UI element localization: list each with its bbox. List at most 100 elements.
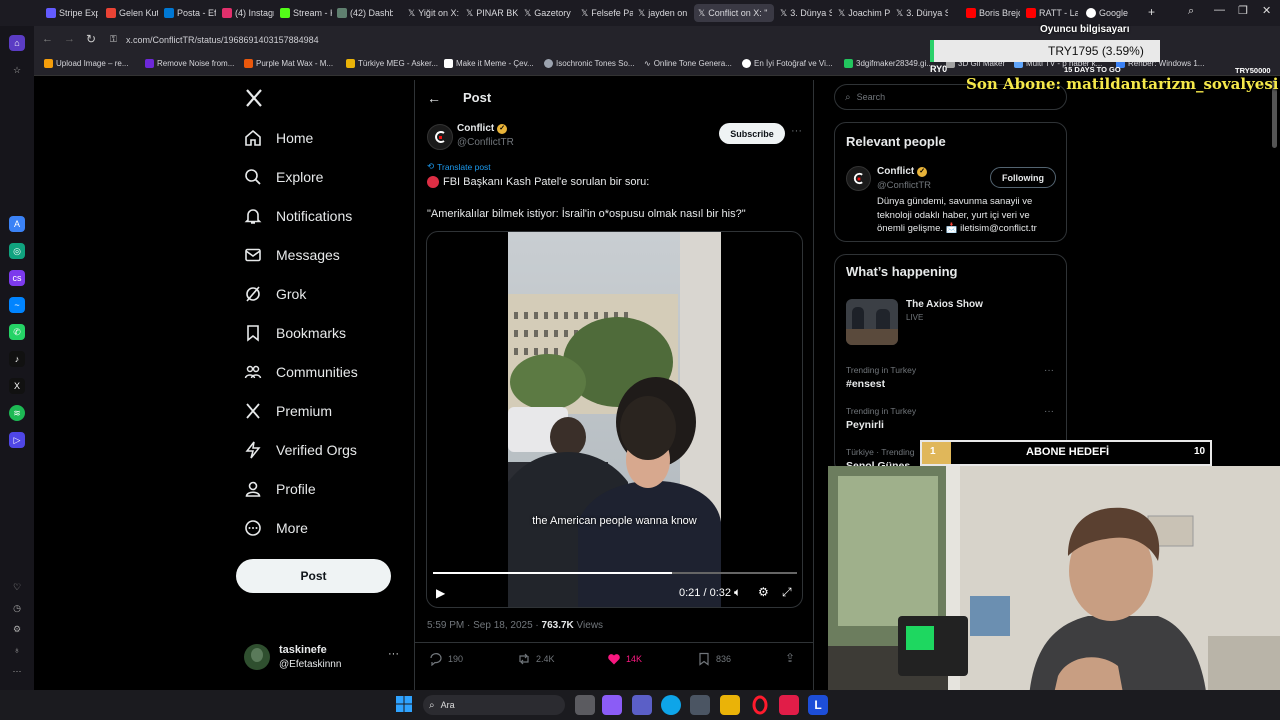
heart-icon[interactable]: ♡ — [9, 579, 25, 595]
x-logo-icon[interactable] — [244, 88, 264, 113]
file-explorer-icon[interactable] — [720, 695, 740, 715]
more-icon[interactable]: ··· — [1044, 406, 1054, 417]
more-icon[interactable]: ··· — [1044, 365, 1054, 376]
back-arrow-icon[interactable]: ← — [427, 90, 441, 106]
launcher-icon[interactable]: L — [808, 695, 828, 715]
tab-active[interactable]: 𝕏 Conflict on X: " — [694, 4, 774, 22]
more-icon[interactable]: ··· — [9, 663, 25, 679]
search-tabs-icon[interactable]: ⌕ — [1188, 5, 1194, 18]
tab[interactable]: Gelen Kutu — [106, 4, 158, 22]
winrar-icon[interactable] — [779, 695, 799, 715]
post-button[interactable]: Post — [236, 559, 391, 593]
star-icon[interactable]: ☆ — [9, 62, 25, 78]
play-icon[interactable]: ▶ — [436, 586, 445, 600]
bookmark[interactable]: ∿ Online Tone Genera... — [644, 59, 732, 68]
tab[interactable]: 𝕏 Felsefe Pa — [581, 4, 633, 22]
tab[interactable]: Boris Brejc — [966, 4, 1020, 22]
tiktok-icon[interactable]: ♪ — [9, 351, 25, 367]
bookmark[interactable]: Isochronic Tones So... — [544, 59, 635, 68]
share-icon[interactable]: ⇪ — [785, 651, 795, 665]
workspace-icon[interactable]: ⌂ — [9, 35, 25, 51]
whatsapp-icon[interactable]: ✆ — [9, 324, 25, 340]
history-icon[interactable]: ◷ — [9, 600, 25, 616]
show-thumbnail[interactable] — [846, 299, 898, 345]
nav-messages[interactable]: Messages — [244, 240, 340, 270]
edge-icon[interactable] — [661, 695, 681, 715]
tab[interactable]: 𝕏 Joachim P — [838, 4, 890, 22]
volume-icon[interactable]: 🔈︎ — [734, 585, 741, 600]
tab[interactable]: Google — [1086, 4, 1138, 22]
tab[interactable]: Stripe Exp — [46, 4, 98, 22]
tab[interactable]: Stream - K — [280, 4, 332, 22]
trend-item[interactable]: Trending in Turkey #ensest ··· — [846, 365, 1058, 390]
nav-premium[interactable]: Premium — [244, 396, 332, 426]
nav-grok[interactable]: Grok — [244, 279, 306, 309]
messenger-icon[interactable]: ~ — [9, 297, 25, 313]
forward-icon[interactable]: → — [64, 33, 75, 45]
windows-start-icon[interactable] — [395, 695, 415, 715]
bookmark[interactable]: Purple Mat Wax - M... — [244, 59, 333, 68]
nav-explore[interactable]: Explore — [244, 162, 323, 192]
tab[interactable]: RATT - Lay — [1026, 4, 1078, 22]
tab[interactable]: (42) Dashb — [337, 4, 393, 22]
lightbulb-icon[interactable]: ♁ — [9, 642, 25, 658]
task-view-icon[interactable] — [575, 695, 595, 715]
bookmark[interactable]: En İyi Fotoğraf ve Vi... — [742, 59, 833, 68]
reply-button[interactable]: 190 — [429, 652, 463, 666]
tab[interactable]: 𝕏 3. Dünya S — [896, 4, 948, 22]
nav-verified-orgs[interactable]: Verified Orgs — [244, 435, 357, 465]
reload-icon[interactable]: ↻ — [86, 32, 96, 46]
nav-communities[interactable]: Communities — [244, 357, 358, 387]
spotify-icon[interactable]: ≋ — [9, 405, 25, 421]
more-icon[interactable]: ··· — [791, 125, 802, 137]
person-avatar[interactable] — [846, 166, 871, 191]
settings-icon[interactable]: ⚙ — [758, 585, 769, 599]
subscribe-button[interactable]: Subscribe — [719, 123, 785, 144]
bookmark[interactable]: Türkiye MEG - Asker... — [346, 59, 438, 68]
chatsonic-icon[interactable]: cs — [9, 270, 25, 286]
url-field[interactable]: x.com/ConflictTR/status/1968691403157884… — [126, 35, 319, 45]
translate-link[interactable]: ⟲ Translate post — [427, 161, 491, 172]
author-name-row[interactable]: Conflict ✓ — [457, 123, 508, 134]
nav-notifications[interactable]: Notifications — [244, 201, 352, 231]
tab[interactable]: 𝕏 PINAR BK — [466, 4, 518, 22]
tab[interactable]: 𝕏jayden on — [638, 4, 690, 22]
copilot-icon[interactable] — [602, 695, 622, 715]
tab[interactable]: (4) Instagr — [222, 4, 274, 22]
bookmark[interactable]: Make it Meme - Çev... — [444, 59, 534, 68]
x-icon[interactable]: X — [9, 378, 25, 394]
video-player[interactable]: the American people wanna know ▶ 0:21 / … — [426, 231, 803, 608]
settings-icon[interactable]: ⚙ — [9, 621, 25, 637]
account-switcher[interactable]: taskinefe @Efetaskinnn ··· — [244, 644, 404, 674]
teams-icon[interactable] — [632, 695, 652, 715]
more-icon[interactable]: ··· — [388, 648, 399, 660]
back-icon[interactable]: ← — [42, 33, 53, 45]
trend-item[interactable]: Trending in Turkey Peynirli ··· — [846, 406, 1058, 431]
aria-icon[interactable]: A — [9, 216, 25, 232]
nav-home[interactable]: Home — [244, 123, 313, 153]
show-title[interactable]: The Axios Show — [906, 299, 983, 310]
chatgpt-icon[interactable]: ◎ — [9, 243, 25, 259]
author-avatar[interactable] — [427, 124, 453, 150]
bookmark[interactable]: Upload Image – re... — [44, 59, 128, 68]
store-icon[interactable] — [690, 695, 710, 715]
tab[interactable]: 𝕏 Yiğit on X: — [408, 4, 460, 22]
nav-bookmarks[interactable]: Bookmarks — [244, 318, 346, 348]
tab[interactable]: 𝕏 Gazetory — [524, 4, 576, 22]
bookmark[interactable]: 3dgifmaker28349.gi... — [844, 59, 933, 68]
opera-taskbar-icon[interactable] — [750, 695, 770, 715]
new-tab-icon[interactable]: + — [1148, 5, 1155, 19]
maximize-icon[interactable]: ❐ — [1238, 4, 1248, 17]
close-window-icon[interactable]: ✕ — [1262, 4, 1271, 17]
video-progress-track[interactable] — [433, 572, 797, 574]
bookmark[interactable]: Remove Noise from... — [145, 59, 234, 68]
tab[interactable]: 𝕏 3. Dünya S — [780, 4, 832, 22]
nav-more[interactable]: More — [244, 513, 308, 543]
player-icon[interactable]: ▷ — [9, 432, 25, 448]
repost-button[interactable]: 2.4K — [517, 652, 555, 666]
taskbar-search[interactable]: ⌕ Ara — [423, 695, 565, 715]
nav-profile[interactable]: Profile — [244, 474, 316, 504]
person-name-row[interactable]: Conflict ✓ — [877, 166, 928, 177]
tab[interactable]: Posta - Efe — [164, 4, 216, 22]
post-timestamp[interactable]: 5:59 PM · Sep 18, 2025 · — [427, 620, 539, 631]
